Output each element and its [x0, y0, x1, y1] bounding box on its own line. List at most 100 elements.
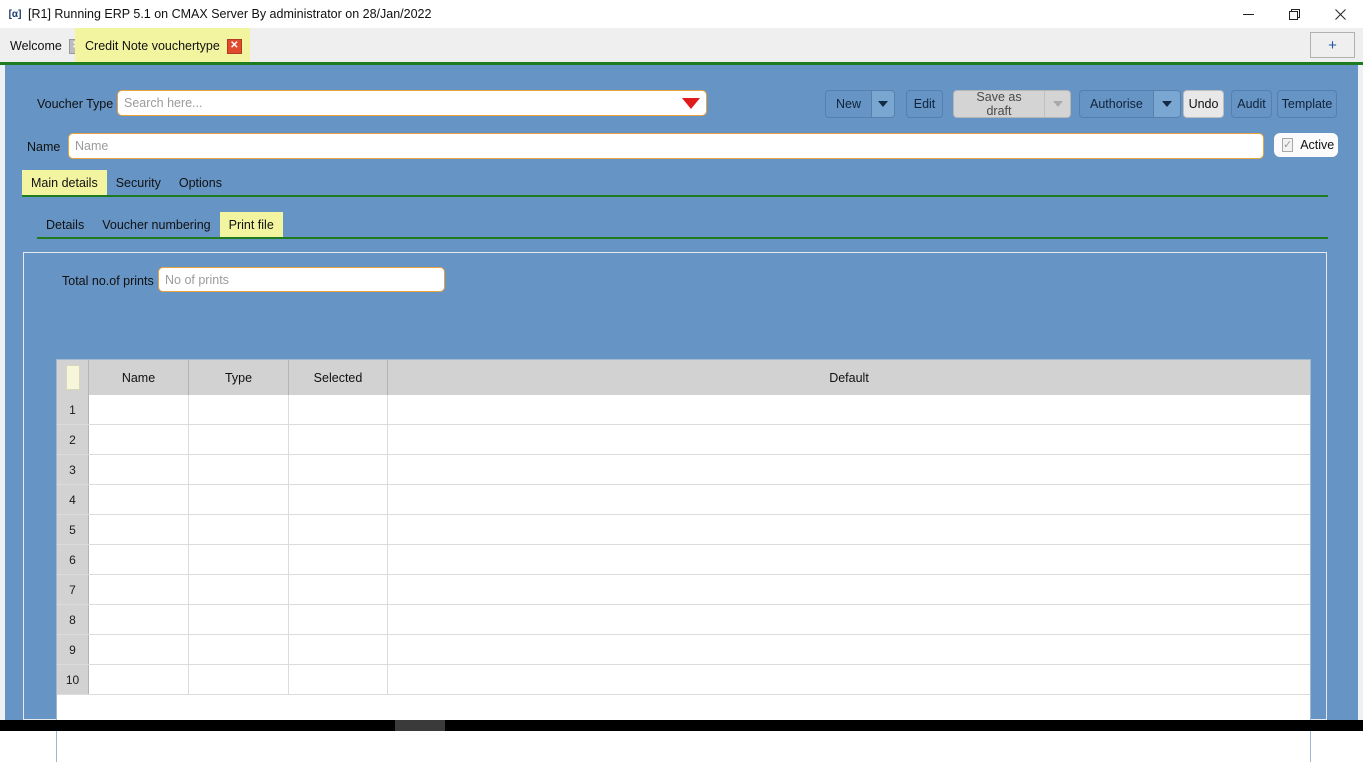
- tab-main-details[interactable]: Main details: [22, 170, 107, 195]
- cell-type[interactable]: [189, 665, 289, 694]
- row-number: 9: [57, 635, 89, 664]
- audit-button[interactable]: Audit: [1231, 90, 1272, 118]
- cell-type[interactable]: [189, 575, 289, 604]
- cell-selected[interactable]: [289, 395, 388, 424]
- cell-default[interactable]: [388, 605, 1310, 634]
- cell-default[interactable]: [388, 545, 1310, 574]
- cell-type[interactable]: [189, 515, 289, 544]
- cell-default[interactable]: [388, 485, 1310, 514]
- dropdown-triangle-icon[interactable]: [682, 97, 700, 109]
- cell-selected[interactable]: [289, 665, 388, 694]
- cell-selected[interactable]: [289, 425, 388, 454]
- cell-default[interactable]: [388, 635, 1310, 664]
- edit-button-label: Edit: [913, 97, 936, 111]
- table-row[interactable]: 10: [57, 665, 1310, 695]
- table-row[interactable]: 1: [57, 395, 1310, 425]
- audit-button-label: Audit: [1237, 97, 1266, 111]
- cell-default[interactable]: [388, 515, 1310, 544]
- cell-selected[interactable]: [289, 515, 388, 544]
- undo-button[interactable]: Undo: [1183, 90, 1224, 118]
- cell-selected[interactable]: [289, 605, 388, 634]
- print-file-grid[interactable]: Name Type Selected Default 1 2 3 4 5 6 7…: [56, 359, 1311, 763]
- tab-options[interactable]: Options: [170, 170, 231, 195]
- cell-selected[interactable]: [289, 545, 388, 574]
- active-label: Active: [1300, 138, 1335, 152]
- authorise-button-dropdown[interactable]: [1152, 91, 1180, 117]
- cell-default[interactable]: [388, 425, 1310, 454]
- active-checkbox[interactable]: ✓: [1282, 138, 1294, 152]
- cell-selected[interactable]: [289, 575, 388, 604]
- cell-type[interactable]: [189, 605, 289, 634]
- tab-voucher-numbering[interactable]: Voucher numbering: [93, 212, 219, 237]
- grid-select-all-header[interactable]: [57, 360, 89, 395]
- save-as-draft-button: Save as draft: [953, 90, 1071, 118]
- new-button-dropdown[interactable]: [871, 91, 894, 117]
- close-icon[interactable]: [1317, 0, 1363, 28]
- tab-security[interactable]: Security: [107, 170, 170, 195]
- template-button[interactable]: Template: [1277, 90, 1337, 118]
- new-button[interactable]: New: [825, 90, 895, 118]
- maximize-restore-icon[interactable]: [1271, 0, 1317, 28]
- tab-security-label: Security: [115, 175, 161, 190]
- cell-name[interactable]: [89, 635, 189, 664]
- cell-selected[interactable]: [289, 635, 388, 664]
- cell-type[interactable]: [189, 485, 289, 514]
- tab-main-details-label: Main details: [31, 175, 98, 190]
- total-prints-placeholder: No of prints: [165, 272, 229, 287]
- tab-welcome-label: Welcome: [10, 39, 62, 53]
- tab-options-label: Options: [178, 175, 222, 190]
- tab-print-file[interactable]: Print file: [219, 212, 283, 237]
- cell-type[interactable]: [189, 395, 289, 424]
- horizontal-scrollbar[interactable]: [0, 720, 1363, 731]
- voucher-type-search-input[interactable]: Search here...: [117, 90, 707, 116]
- app-icon: [α]: [8, 8, 22, 20]
- authorise-button-label: Authorise: [1090, 97, 1143, 111]
- cell-name[interactable]: [89, 605, 189, 634]
- cell-default[interactable]: [388, 665, 1310, 694]
- cell-name[interactable]: [89, 575, 189, 604]
- cell-selected[interactable]: [289, 485, 388, 514]
- cell-name[interactable]: [89, 665, 189, 694]
- table-row[interactable]: 3: [57, 455, 1310, 485]
- active-toggle[interactable]: ✓ Active: [1274, 133, 1338, 157]
- cell-type[interactable]: [189, 545, 289, 574]
- cell-type[interactable]: [189, 635, 289, 664]
- chevron-down-icon: [878, 101, 888, 107]
- new-tab-button[interactable]: +: [1310, 32, 1355, 58]
- tab-details[interactable]: Details: [37, 212, 93, 237]
- table-row[interactable]: 7: [57, 575, 1310, 605]
- table-row[interactable]: 4: [57, 485, 1310, 515]
- edit-button[interactable]: Edit: [906, 90, 943, 118]
- cell-name[interactable]: [89, 455, 189, 484]
- table-row[interactable]: 5: [57, 515, 1310, 545]
- sub-tab-row: Details Voucher numbering Print file: [37, 212, 283, 237]
- save-as-draft-button-label: Save as draft: [976, 90, 1022, 118]
- cell-name[interactable]: [89, 545, 189, 574]
- authorise-button[interactable]: Authorise: [1079, 90, 1181, 118]
- table-row[interactable]: 2: [57, 425, 1310, 455]
- table-row[interactable]: 9: [57, 635, 1310, 665]
- grid-header-default[interactable]: Default: [388, 360, 1310, 395]
- cell-name[interactable]: [89, 425, 189, 454]
- horizontal-scrollbar-thumb[interactable]: [395, 720, 445, 731]
- cell-type[interactable]: [189, 455, 289, 484]
- cell-name[interactable]: [89, 485, 189, 514]
- cell-default[interactable]: [388, 395, 1310, 424]
- cell-type[interactable]: [189, 425, 289, 454]
- cell-default[interactable]: [388, 455, 1310, 484]
- grid-header-selected[interactable]: Selected: [289, 360, 388, 395]
- table-row[interactable]: 8: [57, 605, 1310, 635]
- undo-button-label: Undo: [1188, 97, 1219, 111]
- tab-credit-note-vouchertype[interactable]: Credit Note vouchertype ✕: [75, 28, 250, 64]
- name-input[interactable]: Name: [68, 133, 1264, 159]
- table-row[interactable]: 6: [57, 545, 1310, 575]
- minimize-icon[interactable]: [1225, 0, 1271, 28]
- grid-header-name[interactable]: Name: [89, 360, 189, 395]
- cell-default[interactable]: [388, 575, 1310, 604]
- tab-credit-note-vouchertype-close-icon[interactable]: ✕: [226, 38, 242, 54]
- grid-header-type[interactable]: Type: [189, 360, 289, 395]
- total-prints-input[interactable]: No of prints: [158, 267, 445, 292]
- cell-selected[interactable]: [289, 455, 388, 484]
- cell-name[interactable]: [89, 395, 189, 424]
- cell-name[interactable]: [89, 515, 189, 544]
